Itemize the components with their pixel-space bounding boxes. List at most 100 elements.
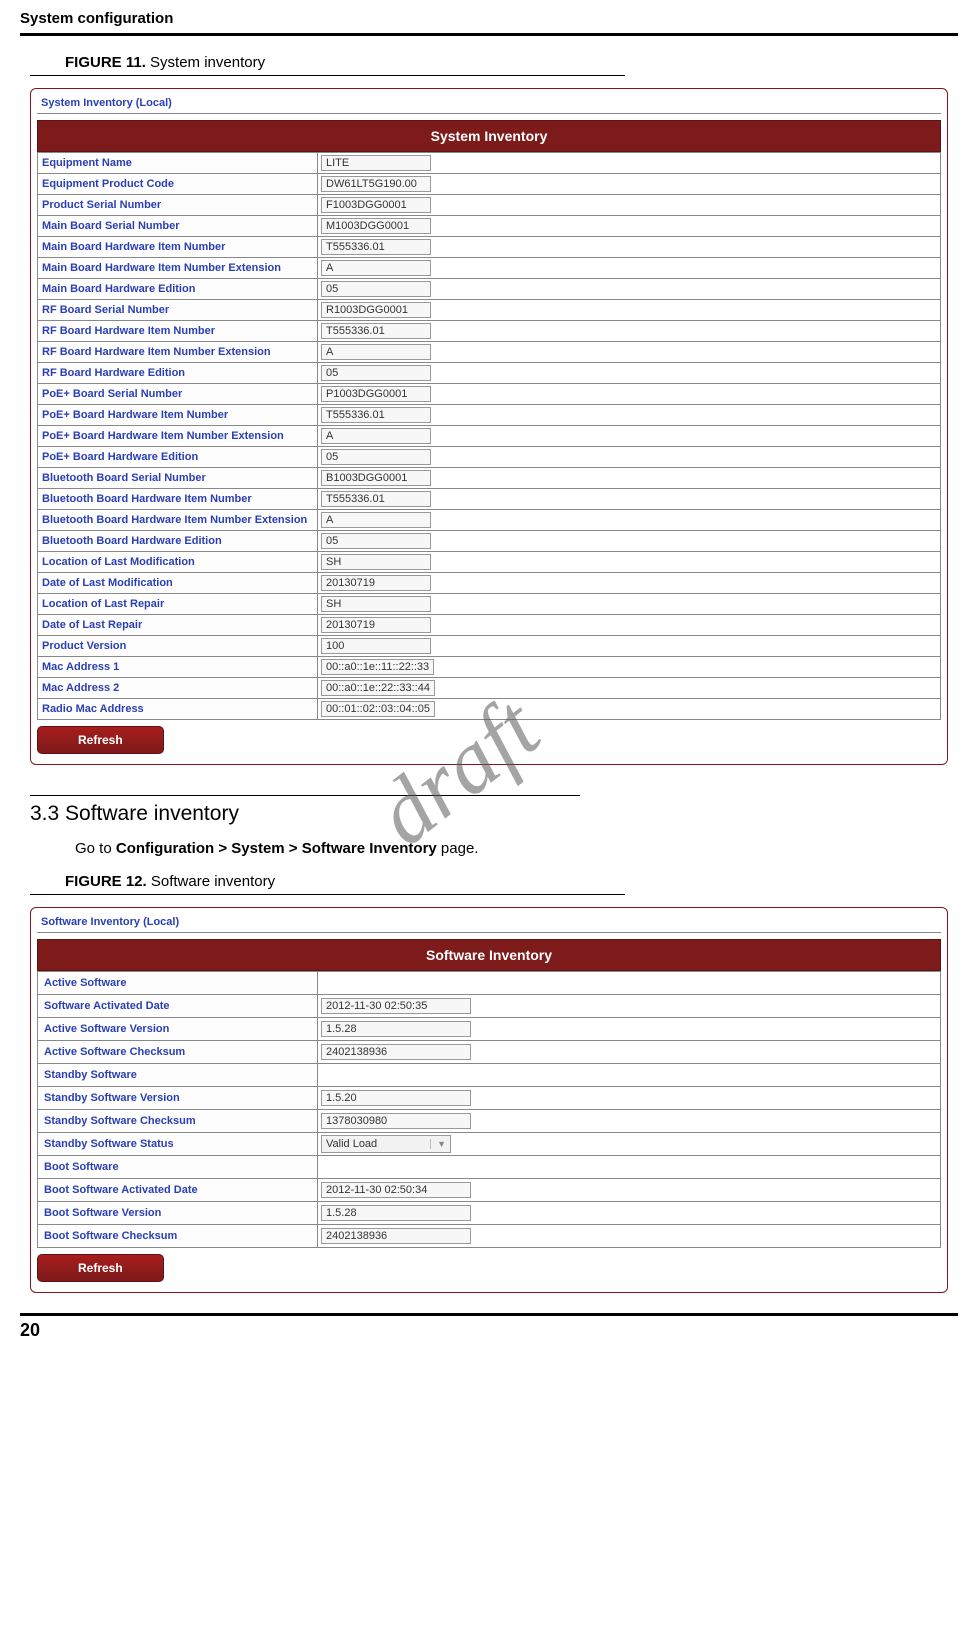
row-label: Standby Software Checksum [38, 1110, 318, 1133]
value-field[interactable]: 20130719 [321, 617, 431, 633]
value-field[interactable]: 05 [321, 281, 431, 297]
table-row: Standby Software StatusValid Load▼ [38, 1133, 941, 1156]
value-field[interactable]: 1.5.20 [321, 1090, 471, 1106]
table-row: Active Software Version1.5.28 [38, 1018, 941, 1041]
row-value-cell: 00::a0::1e::11::22::33 [318, 657, 941, 678]
text-bold: Configuration > System > Software Invent… [116, 840, 437, 857]
software-inventory-panel: Software Inventory (Local) Software Inve… [30, 907, 948, 1293]
table-row: Mac Address 200::a0::1e::22::33::44 [38, 678, 941, 699]
row-label: Bluetooth Board Serial Number [38, 468, 318, 489]
row-value-cell: 05 [318, 363, 941, 384]
value-field[interactable]: 100 [321, 638, 431, 654]
value-field[interactable]: A [321, 512, 431, 528]
table-row: Active Software [38, 972, 941, 995]
row-label: Equipment Product Code [38, 174, 318, 195]
table-row: Standby Software Version1.5.20 [38, 1087, 941, 1110]
table-row: RF Board Hardware Item NumberT555336.01 [38, 321, 941, 342]
row-label: Software Activated Date [38, 995, 318, 1018]
value-field[interactable]: 2402138936 [321, 1044, 471, 1060]
row-value-cell: 2012-11-30 02:50:35 [318, 995, 941, 1018]
value-field[interactable]: A [321, 344, 431, 360]
figure-12-caption: FIGURE 12. Software inventory [65, 873, 958, 890]
table-row: Standby Software Checksum1378030980 [38, 1110, 941, 1133]
row-value-cell: 2402138936 [318, 1041, 941, 1064]
row-label: Boot Software Activated Date [38, 1179, 318, 1202]
value-field[interactable]: SH [321, 554, 431, 570]
value-field[interactable]: M1003DGG0001 [321, 218, 431, 234]
value-field[interactable]: 2012-11-30 02:50:35 [321, 998, 471, 1014]
row-label: Boot Software Checksum [38, 1225, 318, 1248]
row-value-cell: LITE [318, 153, 941, 174]
row-label: Date of Last Repair [38, 615, 318, 636]
row-label: RF Board Hardware Edition [38, 363, 318, 384]
value-field[interactable]: LITE [321, 155, 431, 171]
table-row: Boot Software Version1.5.28 [38, 1202, 941, 1225]
value-field[interactable]: T555336.01 [321, 239, 431, 255]
row-label: Active Software [38, 972, 318, 995]
section-rule [30, 795, 580, 796]
section-3-3-text: Go to Configuration > System > Software … [75, 840, 948, 857]
value-field[interactable]: F1003DGG0001 [321, 197, 431, 213]
figure-11-label: FIGURE 11. [65, 54, 146, 71]
select-value: Valid Load [326, 1138, 377, 1150]
value-field[interactable]: P1003DGG0001 [321, 386, 431, 402]
value-field[interactable]: 05 [321, 449, 431, 465]
row-label: Standby Software [38, 1064, 318, 1087]
value-field[interactable]: 1.5.28 [321, 1205, 471, 1221]
row-value-cell: T555336.01 [318, 405, 941, 426]
row-value-cell: 2012-11-30 02:50:34 [318, 1179, 941, 1202]
row-value-cell: A [318, 426, 941, 447]
figure-11-text: System inventory [150, 54, 265, 71]
row-value-cell: R1003DGG0001 [318, 300, 941, 321]
table-row: PoE+ Board Serial NumberP1003DGG0001 [38, 384, 941, 405]
value-field[interactable]: 05 [321, 533, 431, 549]
table-row: Main Board Hardware Item Number Extensio… [38, 258, 941, 279]
row-label: Product Version [38, 636, 318, 657]
text-prefix: Go to [75, 840, 116, 857]
row-label: PoE+ Board Hardware Item Number [38, 405, 318, 426]
figure-12-text: Software inventory [151, 873, 275, 890]
row-label: Standby Software Status [38, 1133, 318, 1156]
table-row: Bluetooth Board Hardware Edition05 [38, 531, 941, 552]
row-value-cell: 1.5.20 [318, 1087, 941, 1110]
value-field[interactable]: 1.5.28 [321, 1021, 471, 1037]
row-label: Bluetooth Board Hardware Edition [38, 531, 318, 552]
row-label: Main Board Hardware Item Number Extensio… [38, 258, 318, 279]
value-field[interactable]: 2402138936 [321, 1228, 471, 1244]
row-value-cell: 05 [318, 279, 941, 300]
row-label: PoE+ Board Serial Number [38, 384, 318, 405]
value-field[interactable]: A [321, 260, 431, 276]
value-field[interactable]: T555336.01 [321, 491, 431, 507]
value-field[interactable]: 05 [321, 365, 431, 381]
row-value-cell [318, 1064, 941, 1087]
row-value-cell [318, 1156, 941, 1179]
value-field[interactable]: B1003DGG0001 [321, 470, 431, 486]
row-value-cell: 00::01::02::03::04::05 [318, 699, 941, 720]
status-select[interactable]: Valid Load▼ [321, 1135, 451, 1153]
software-inventory-table: Active SoftwareSoftware Activated Date20… [37, 971, 941, 1248]
table-row: PoE+ Board Hardware Item NumberT555336.0… [38, 405, 941, 426]
value-field[interactable]: 1378030980 [321, 1113, 471, 1129]
value-field[interactable]: 00::a0::1e::22::33::44 [321, 680, 435, 696]
value-field[interactable]: 00::a0::1e::11::22::33 [321, 659, 434, 675]
table-row: Date of Last Repair20130719 [38, 615, 941, 636]
refresh-button-2[interactable]: Refresh [37, 1254, 164, 1282]
value-field[interactable]: T555336.01 [321, 407, 431, 423]
value-field[interactable]: T555336.01 [321, 323, 431, 339]
value-field[interactable]: 20130719 [321, 575, 431, 591]
row-label: Bluetooth Board Hardware Item Number [38, 489, 318, 510]
value-field[interactable]: R1003DGG0001 [321, 302, 431, 318]
refresh-button[interactable]: Refresh [37, 726, 164, 754]
value-field[interactable]: A [321, 428, 431, 444]
value-field[interactable]: DW61LT5G190.00 [321, 176, 431, 192]
row-value-cell: 2402138936 [318, 1225, 941, 1248]
value-field[interactable]: SH [321, 596, 431, 612]
value-field[interactable]: 2012-11-30 02:50:34 [321, 1182, 471, 1198]
software-inventory-title: Software Inventory [37, 939, 941, 971]
caption-rule-2 [30, 894, 625, 895]
table-row: RF Board Serial NumberR1003DGG0001 [38, 300, 941, 321]
table-row: Main Board Serial NumberM1003DGG0001 [38, 216, 941, 237]
row-label: Main Board Hardware Edition [38, 279, 318, 300]
row-value-cell: DW61LT5G190.00 [318, 174, 941, 195]
value-field[interactable]: 00::01::02::03::04::05 [321, 701, 435, 717]
